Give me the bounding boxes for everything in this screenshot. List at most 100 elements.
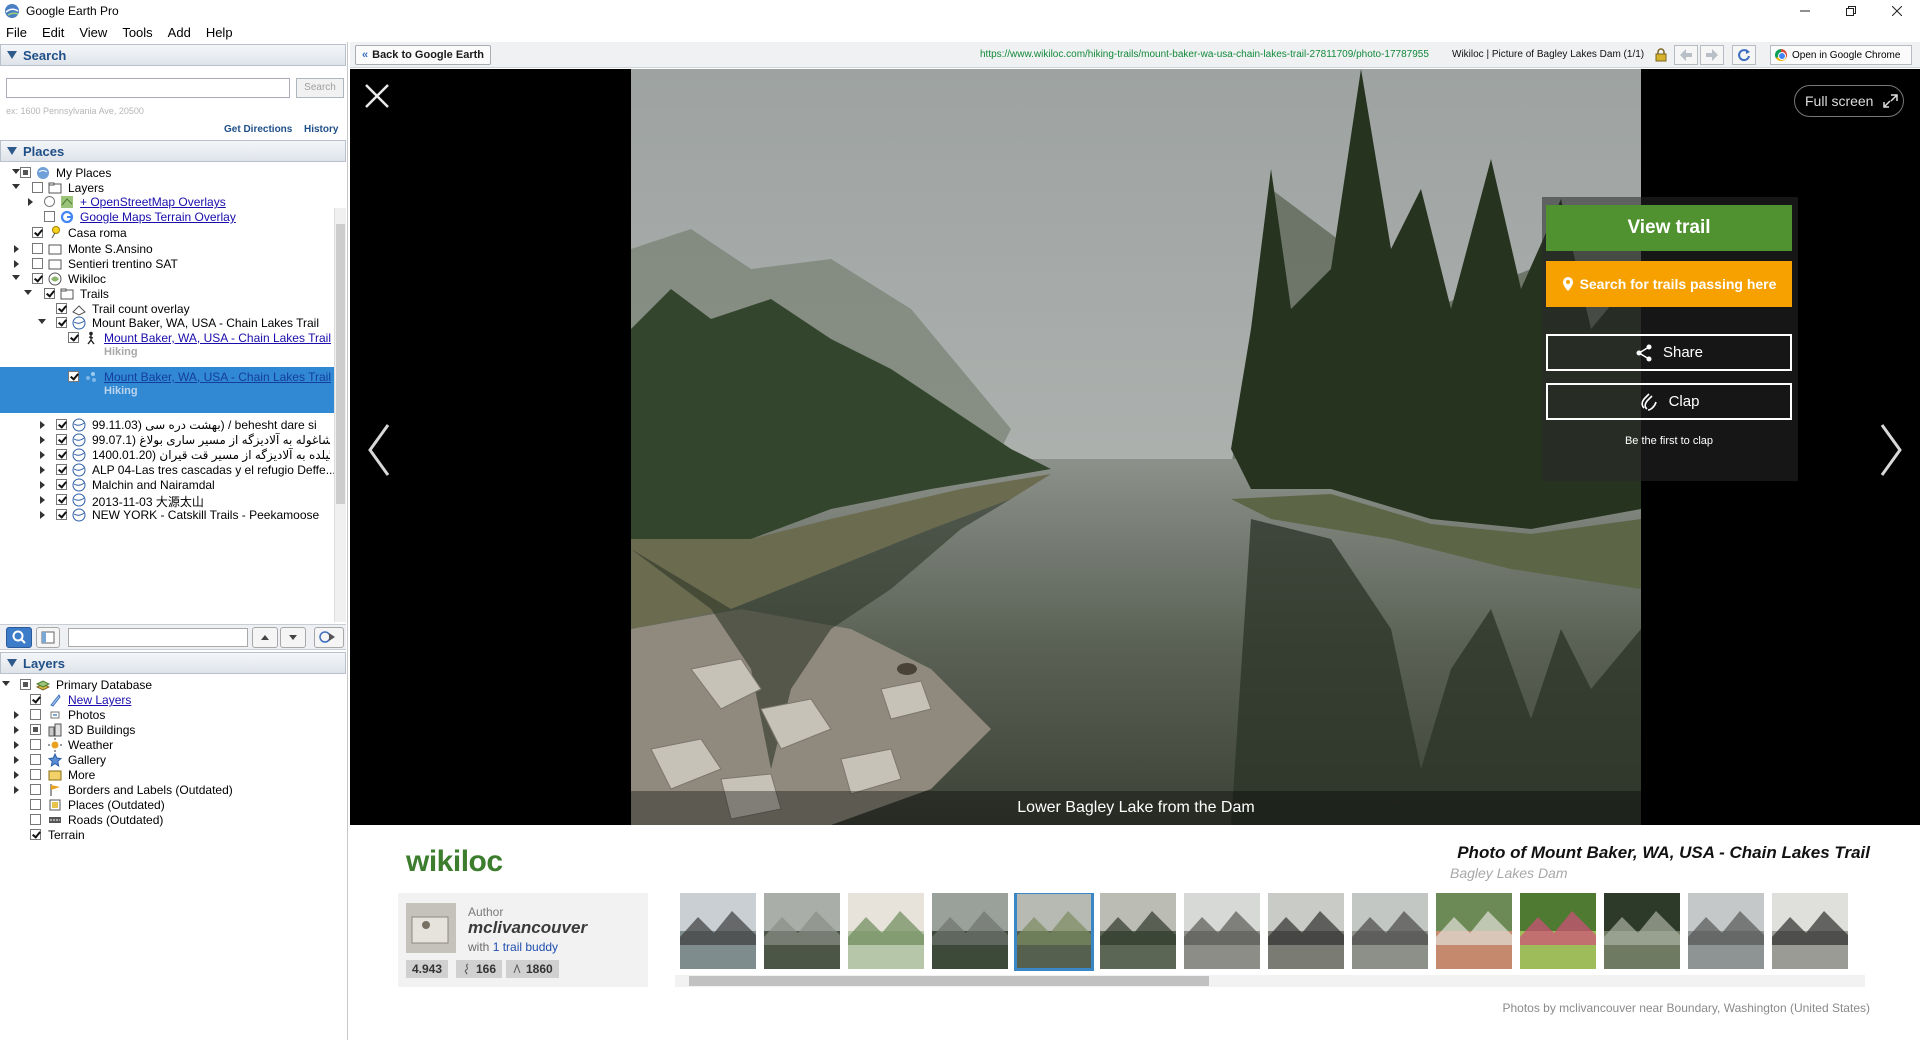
checkbox[interactable] [20, 679, 31, 690]
places-filter-input[interactable] [68, 628, 248, 647]
places-panel-header[interactable]: Places [0, 140, 346, 162]
search-trails-button[interactable]: Search for trails passing here [1546, 261, 1792, 307]
checkbox[interactable] [30, 754, 41, 765]
photo-thumbnail[interactable] [1520, 893, 1596, 969]
places-scrollbar[interactable] [334, 208, 346, 622]
photo-thumbnail[interactable] [1604, 893, 1680, 969]
scrollbar-thumb[interactable] [336, 224, 345, 504]
view-trail-button[interactable]: View trail [1546, 205, 1792, 251]
expand-arrow-icon[interactable] [40, 451, 49, 460]
expand-arrow-icon[interactable] [14, 786, 23, 795]
tree-item-label[interactable]: + OpenStreetMap Overlays [80, 195, 226, 209]
checkbox[interactable] [68, 371, 79, 382]
checkbox[interactable] [56, 494, 67, 505]
checkbox[interactable] [30, 814, 41, 825]
expand-arrow-icon[interactable] [40, 481, 49, 490]
photo-thumbnail[interactable] [1014, 893, 1094, 971]
tree-item-label[interactable]: New Layers [68, 693, 131, 707]
photo-thumbnail[interactable] [1352, 893, 1428, 969]
url-text[interactable]: https://www.wikiloc.com/hiking-trails/mo… [980, 49, 1429, 60]
checkbox[interactable] [32, 258, 43, 269]
checkbox[interactable] [44, 211, 55, 222]
collapse-arrow-icon[interactable] [38, 319, 47, 328]
move-up-button[interactable] [252, 627, 278, 648]
tree-item-chain-lakes-track[interactable]: Mount Baker, WA, USA - Chain Lakes Trail… [0, 329, 334, 363]
search-panel-header[interactable]: Search [0, 44, 346, 66]
collapse-arrow-icon[interactable] [12, 184, 21, 193]
radio-button[interactable] [44, 196, 55, 207]
photo-thumbnail[interactable] [932, 893, 1008, 969]
checkbox[interactable] [68, 332, 79, 343]
expand-arrow-icon[interactable] [40, 421, 49, 430]
photo-thumbnail[interactable] [848, 893, 924, 969]
browser-forward-button[interactable] [1700, 45, 1724, 65]
checkbox[interactable] [56, 419, 67, 430]
author-name[interactable]: mclivancouver [468, 918, 587, 938]
expand-arrow-icon[interactable] [14, 245, 23, 254]
previous-photo-arrow-icon[interactable] [364, 423, 394, 477]
menu-view[interactable]: View [79, 25, 107, 40]
layer-terrain[interactable]: Terrain [0, 826, 334, 844]
tree-item-catskill[interactable]: NEW YORK - Catskill Trails - Peekamoose [0, 506, 334, 524]
expand-arrow-icon[interactable] [14, 260, 23, 269]
menu-file[interactable]: File [6, 25, 27, 40]
checkbox[interactable] [32, 227, 43, 238]
wikiloc-logo[interactable]: wikiloc [406, 845, 503, 879]
collapse-arrow-icon[interactable] [12, 275, 21, 284]
tree-item-label[interactable]: Google Maps Terrain Overlay [80, 210, 236, 224]
checkbox[interactable] [30, 709, 41, 720]
checkbox[interactable] [30, 784, 41, 795]
layers-panel-header[interactable]: Layers [0, 652, 346, 674]
checkbox[interactable] [30, 799, 41, 810]
collapse-arrow-icon[interactable] [24, 290, 33, 299]
avatar[interactable] [406, 903, 456, 953]
checkbox[interactable] [30, 829, 41, 840]
photo-thumbnail[interactable] [1688, 893, 1764, 969]
browser-reload-button[interactable] [1732, 45, 1756, 65]
photo-thumbnail[interactable] [1100, 893, 1176, 969]
trail-buddy-link[interactable]: 1 trail buddy [493, 940, 558, 954]
checkbox[interactable] [30, 724, 41, 735]
search-input[interactable] [6, 78, 290, 98]
lake-photo[interactable] [631, 69, 1641, 825]
expand-arrow-icon[interactable] [14, 726, 23, 735]
checkbox[interactable] [30, 694, 41, 705]
photo-thumbnail[interactable] [680, 893, 756, 969]
menu-help[interactable]: Help [206, 25, 233, 40]
expand-arrow-icon[interactable] [40, 436, 49, 445]
checkbox[interactable] [30, 769, 41, 780]
close-icon[interactable] [1874, 0, 1920, 22]
checkbox[interactable] [32, 243, 43, 254]
browser-back-button[interactable] [1674, 45, 1698, 65]
checkbox[interactable] [56, 317, 67, 328]
photo-thumbnail[interactable] [1184, 893, 1260, 969]
photo-thumbnail[interactable] [1268, 893, 1344, 969]
checkbox[interactable] [32, 182, 43, 193]
search-button[interactable]: Search [296, 78, 344, 98]
get-directions-link[interactable]: Get Directions [224, 124, 292, 135]
scrollbar-thumb[interactable] [689, 976, 1209, 986]
play-tour-button[interactable] [314, 627, 344, 648]
expand-arrow-icon[interactable] [14, 711, 23, 720]
share-button[interactable]: Share [1546, 334, 1792, 371]
checkbox[interactable] [44, 288, 55, 299]
expand-arrow-icon[interactable] [14, 756, 23, 765]
open-in-chrome-button[interactable]: Open in Google Chrome [1770, 45, 1912, 65]
photo-thumbnail[interactable] [1436, 893, 1512, 969]
checkbox[interactable] [32, 273, 43, 284]
checkbox[interactable] [20, 167, 31, 178]
move-down-button[interactable] [280, 627, 306, 648]
expand-arrow-icon[interactable] [28, 198, 37, 207]
photo-thumbnail[interactable] [1772, 893, 1848, 969]
toggle-panel-button[interactable] [36, 627, 60, 648]
clap-button[interactable]: Clap [1546, 383, 1792, 420]
expand-arrow-icon[interactable] [14, 741, 23, 750]
next-photo-arrow-icon[interactable] [1876, 423, 1906, 477]
collapse-arrow-icon[interactable] [2, 681, 11, 690]
restore-icon[interactable] [1828, 0, 1874, 22]
thumbnail-scrollbar[interactable] [675, 975, 1865, 987]
checkbox[interactable] [30, 739, 41, 750]
expand-arrow-icon[interactable] [40, 496, 49, 505]
checkbox[interactable] [56, 303, 67, 314]
expand-arrow-icon[interactable] [14, 771, 23, 780]
